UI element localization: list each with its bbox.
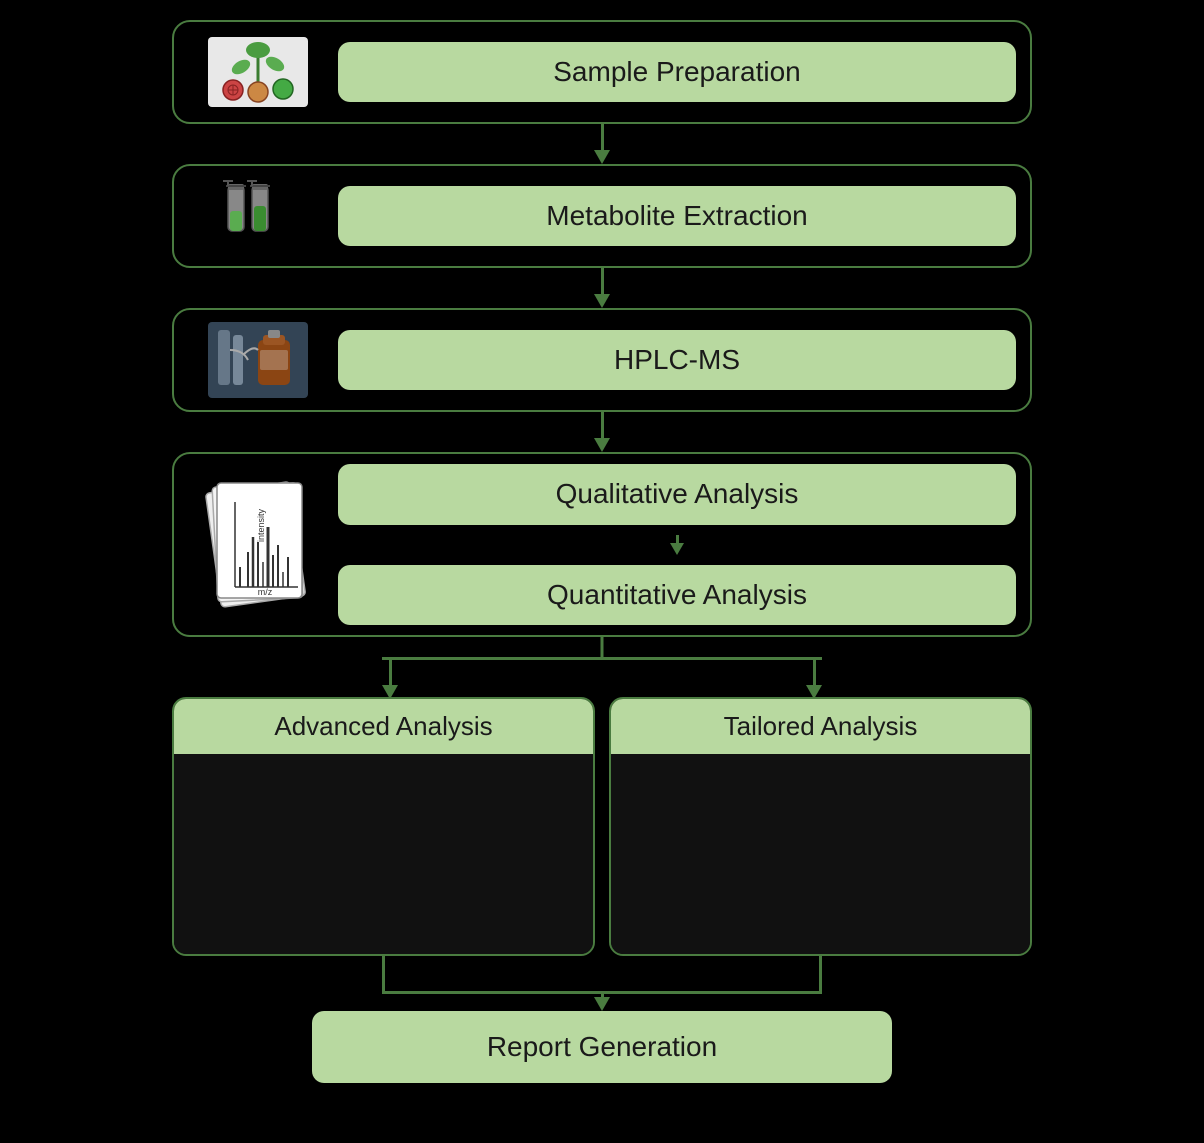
workflow-diagram: Sample Preparation [20, 20, 1184, 1083]
inner-arrow-head [670, 543, 684, 555]
advanced-analysis-header: Advanced Analysis [174, 699, 593, 754]
sample-preparation-label-box: Sample Preparation [338, 42, 1016, 102]
bottom-columns: Advanced Analysis Tailored Analysis [172, 697, 1032, 956]
arrow-3-head [594, 438, 610, 452]
split-left-line [389, 660, 392, 685]
report-generation-box: Report Generation [312, 1011, 892, 1083]
svg-text:m/z: m/z [258, 587, 273, 597]
tubes-icon [188, 176, 328, 256]
hplc-icon [188, 320, 328, 400]
advanced-analysis-body [174, 754, 593, 954]
hplc-ms-label-box: HPLC-MS [338, 330, 1016, 390]
arrow-2-head [594, 294, 610, 308]
advanced-analysis-label: Advanced Analysis [274, 711, 492, 741]
merge-arrows [172, 956, 1032, 1011]
sample-preparation-step: Sample Preparation [172, 20, 1032, 124]
qualitative-label-box: Qualitative Analysis [338, 464, 1016, 525]
arrow-2-line [601, 268, 604, 294]
merge-left-v [382, 956, 385, 991]
sample-preparation-label: Sample Preparation [553, 56, 800, 88]
quantitative-label-box: Quantitative Analysis [338, 565, 1016, 626]
analysis-combined-step: intensity m/z Qualitative [172, 452, 1032, 637]
tailored-analysis-box: Tailored Analysis [609, 697, 1032, 956]
advanced-analysis-box: Advanced Analysis [172, 697, 595, 956]
merge-center-arrow [594, 991, 610, 1011]
metabolite-extraction-step: Metabolite Extraction [172, 164, 1032, 268]
split-left-head [382, 685, 398, 699]
arrow-1-line [601, 124, 604, 150]
arrow-1 [594, 124, 610, 164]
arrow-2 [594, 268, 610, 308]
quantitative-analysis-label: Quantitative Analysis [547, 579, 807, 611]
report-generation-label: Report Generation [487, 1031, 717, 1063]
metabolite-extraction-label: Metabolite Extraction [546, 200, 807, 232]
tailored-analysis-label: Tailored Analysis [724, 711, 918, 741]
split-left-arrow [382, 660, 398, 699]
hplc-ms-step: HPLC-MS [172, 308, 1032, 412]
split-right-head [806, 685, 822, 699]
arrow-1-head [594, 150, 610, 164]
merge-right-v [819, 956, 822, 991]
tailored-analysis-body [611, 754, 1030, 954]
split-arrows [172, 637, 1032, 697]
split-right-line [813, 660, 816, 685]
merge-center-head [594, 997, 610, 1011]
qualitative-analysis-label: Qualitative Analysis [556, 478, 799, 510]
plant-icon [188, 32, 328, 112]
tailored-analysis-header: Tailored Analysis [611, 699, 1030, 754]
split-right-arrow [806, 660, 822, 699]
spectrum-icon: intensity m/z [188, 464, 328, 625]
arrow-3 [594, 412, 610, 452]
metabolite-extraction-label-box: Metabolite Extraction [338, 186, 1016, 246]
split-branch-line [382, 657, 822, 660]
arrow-3-line [601, 412, 604, 438]
hplc-ms-label: HPLC-MS [614, 344, 740, 376]
inner-arrow [338, 535, 1016, 555]
analysis-labels: Qualitative Analysis Quantitative Analys… [338, 464, 1016, 625]
svg-text:intensity: intensity [256, 508, 266, 542]
inner-arrow-line [676, 535, 679, 543]
split-center-line [601, 637, 604, 657]
